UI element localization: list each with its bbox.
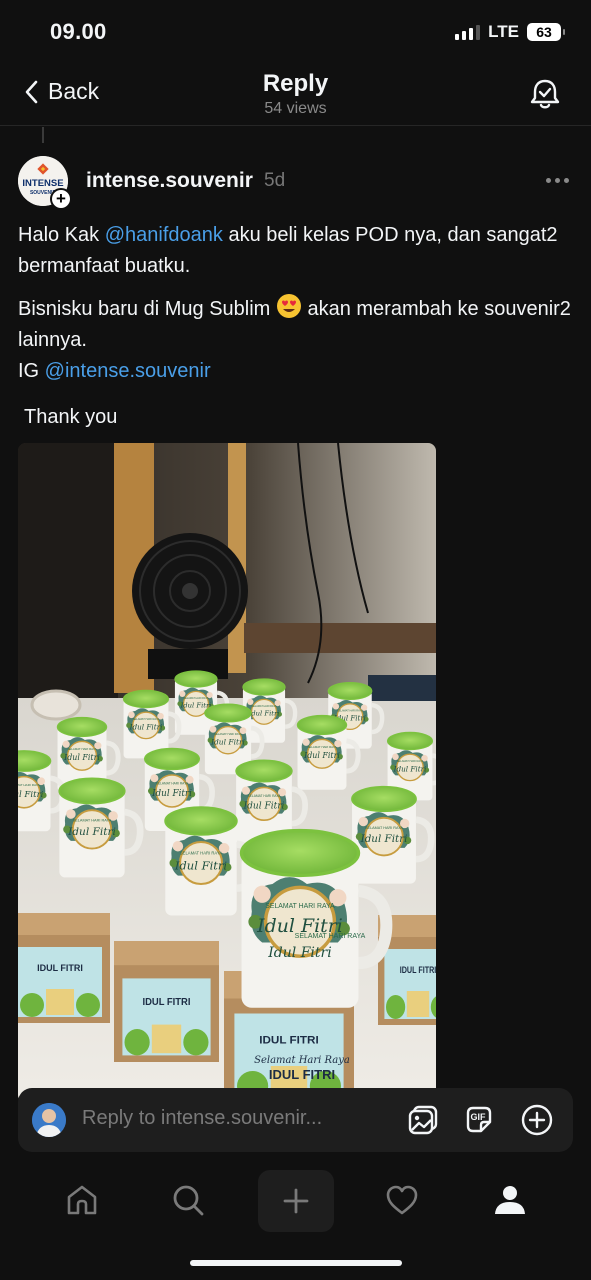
post-header: INTENSE SOUVENIR + intense.souvenir 5d bbox=[18, 156, 573, 210]
more-options-button[interactable] bbox=[546, 178, 569, 183]
heart-eyes-emoji-icon bbox=[276, 294, 301, 318]
compose-plus-icon bbox=[283, 1188, 309, 1214]
bell-check-icon bbox=[530, 79, 560, 109]
add-attachment-button[interactable] bbox=[520, 1103, 554, 1137]
home-indicator[interactable] bbox=[190, 1260, 402, 1266]
box-text-small: Selamat Hari Raya bbox=[254, 1055, 350, 1066]
add-image-button[interactable] bbox=[406, 1103, 440, 1137]
views-count: 54 views bbox=[264, 100, 327, 117]
mugs-photo-illustration: SELAMAT HARI RAYA Idul Fitri IDUL FITRI bbox=[18, 443, 436, 1103]
mug-text-main: Idul Fitri bbox=[267, 945, 331, 961]
image-icon bbox=[408, 1105, 438, 1135]
more-horizontal-icon bbox=[546, 178, 551, 183]
reply-input[interactable]: Reply to intense.souvenir... bbox=[82, 1107, 322, 1130]
network-type: LTE bbox=[488, 22, 519, 41]
nav-activity[interactable] bbox=[372, 1170, 432, 1230]
notification-bell-button[interactable] bbox=[527, 76, 563, 112]
post-text: Halo Kak @hanifdoank aku beli kelas POD … bbox=[18, 220, 573, 444]
mug-text-top: SELAMAT HARI RAYA bbox=[295, 933, 366, 940]
username[interactable]: intense.souvenir bbox=[86, 169, 253, 193]
post-paragraph-2: Bisnisku baru di Mug Sublim akan meramba… bbox=[18, 293, 573, 356]
signal-icon bbox=[455, 24, 481, 40]
current-user-avatar bbox=[32, 1103, 66, 1137]
reply-composer: Reply to intense.souvenir... GIF bbox=[18, 1088, 573, 1152]
post-paragraph-3: IG @intense.souvenir bbox=[18, 360, 211, 382]
post-paragraph-1: Halo Kak @hanifdoank aku beli kelas POD … bbox=[18, 224, 558, 277]
search-icon bbox=[173, 1185, 204, 1216]
profile-icon bbox=[495, 1186, 525, 1214]
home-icon bbox=[67, 1185, 97, 1215]
mention-link[interactable]: @intense.souvenir bbox=[45, 360, 211, 382]
nav-home[interactable] bbox=[52, 1170, 112, 1230]
mention-link[interactable]: @hanifdoank bbox=[105, 224, 223, 246]
nav-profile[interactable] bbox=[480, 1170, 540, 1230]
status-indicators: LTE 63 bbox=[455, 22, 565, 42]
post-time: 5d bbox=[264, 170, 286, 191]
post-photo-mugs[interactable]: SELAMAT HARI RAYA Idul Fitri IDUL FITRI bbox=[18, 443, 436, 1103]
battery-icon: 63 bbox=[527, 23, 565, 41]
status-time: 09.00 bbox=[50, 19, 107, 44]
box-text-main: IDUL FITRI bbox=[269, 1067, 335, 1082]
top-header: Back Reply 54 views bbox=[0, 64, 591, 126]
header-title-block: Reply 54 views bbox=[0, 70, 591, 118]
status-bar: 09.00 LTE 63 bbox=[0, 0, 591, 64]
nav-search[interactable] bbox=[158, 1170, 218, 1230]
follow-plus-button[interactable]: + bbox=[50, 188, 72, 210]
post-paragraph-4: Thank you bbox=[24, 406, 118, 428]
nav-compose[interactable] bbox=[258, 1170, 334, 1232]
plus-circle-icon bbox=[521, 1104, 553, 1136]
heart-icon bbox=[386, 1185, 418, 1215]
thread-connector-line bbox=[42, 127, 44, 143]
bottom-navigation bbox=[0, 1166, 591, 1236]
gif-icon: GIF bbox=[466, 1106, 492, 1133]
threads-reply-screen: 09.00 LTE 63 Back Reply 54 views INTENSE… bbox=[0, 0, 591, 1280]
svg-text:GIF: GIF bbox=[471, 1112, 487, 1122]
page-title: Reply bbox=[262, 70, 329, 97]
add-gif-button[interactable]: GIF bbox=[462, 1103, 496, 1137]
